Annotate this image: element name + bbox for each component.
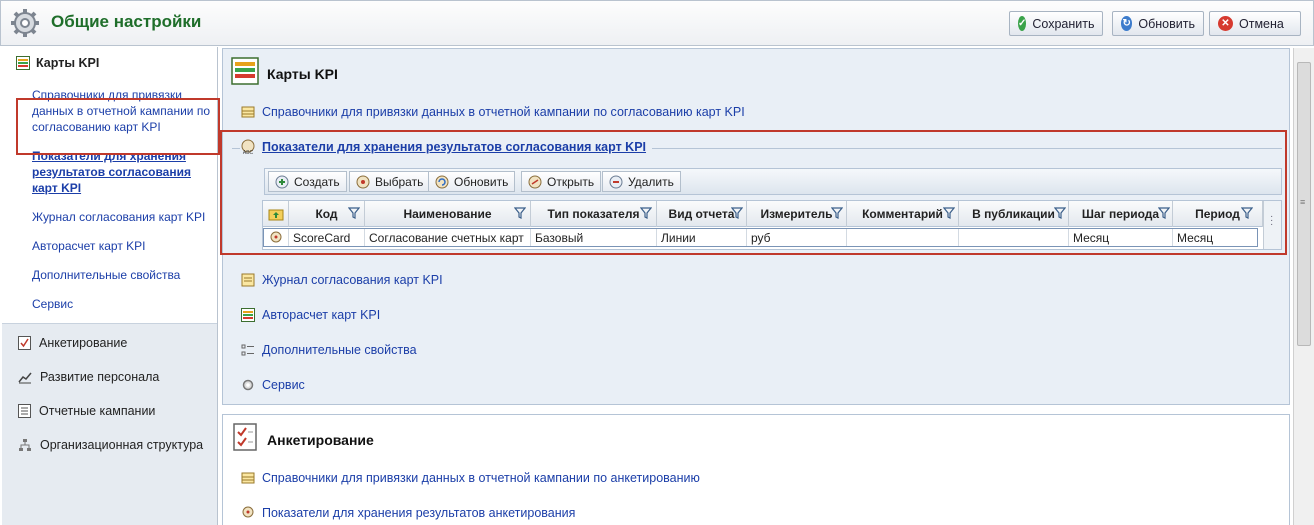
kpi-card-icon [241, 308, 255, 322]
link-service[interactable]: Сервис [241, 378, 305, 392]
panel-title: Анкетирование [267, 432, 374, 448]
link-dicts[interactable]: Справочники для привязки данных в отчетн… [241, 105, 745, 119]
indicator-abc-icon [242, 506, 254, 518]
database-icon [241, 106, 255, 118]
page-title: Общие настройки [51, 12, 202, 31]
panel-title: Карты KPI [267, 66, 338, 82]
scrollbar-thumb[interactable]: ≡ [1297, 62, 1311, 346]
link-survey-indicators[interactable]: Показатели для хранения результатов анке… [241, 506, 575, 520]
kpi-card-icon [231, 57, 259, 85]
journal-icon [241, 273, 255, 287]
highlight-frame-grid [220, 130, 1287, 255]
close-icon: ✕ [1218, 16, 1233, 31]
nav-item-indicators[interactable]: Показатели для хранения результатов согл… [32, 148, 212, 196]
page-scrollbar[interactable]: ≡ [1293, 48, 1314, 525]
highlight-frame-nav [16, 98, 220, 155]
link-journal[interactable]: Журнал согласования карт KPI [241, 273, 443, 287]
cancel-button[interactable]: ✕ Отмена [1209, 11, 1301, 36]
nav-section-development[interactable]: Развитие персонала [18, 370, 159, 384]
link-survey-dicts[interactable]: Справочники для привязки данных в отчетн… [241, 471, 700, 485]
link-autocalc[interactable]: Авторасчет карт KPI [241, 308, 380, 322]
growth-chart-icon [18, 372, 32, 384]
survey-icon [233, 423, 257, 451]
page-header: Общие настройки ✓ Сохранить ↻ Обновить ✕… [0, 0, 1314, 46]
document-list-icon [18, 404, 31, 418]
gear-icon [242, 379, 254, 391]
nav-item-service[interactable]: Сервис [32, 296, 212, 312]
refresh-button[interactable]: ↻ Обновить [1112, 11, 1204, 36]
nav-section-survey[interactable]: Анкетирование [18, 336, 127, 350]
database-icon [241, 472, 255, 484]
gear-icon [11, 9, 39, 37]
nav-item-journal[interactable]: Журнал согласования карт KPI [32, 209, 212, 225]
survey-icon [18, 336, 31, 350]
nav-item-props[interactable]: Дополнительные свойства [32, 267, 212, 283]
kpi-card-icon [16, 56, 30, 70]
nav-section-orgstructure[interactable]: Организационная структура [18, 438, 203, 452]
link-props[interactable]: Дополнительные свойства [241, 343, 417, 357]
nav-section-header[interactable]: Карты KPI [16, 56, 99, 70]
check-icon: ✓ [1018, 16, 1027, 31]
properties-icon [241, 344, 254, 356]
nav-item-autocalc[interactable]: Авторасчет карт KPI [32, 238, 212, 254]
org-structure-icon [19, 439, 31, 451]
nav-section-kpi: Карты KPI Справочники для привязки данны… [2, 47, 217, 324]
grip-icon: ≡ [1300, 197, 1306, 207]
panel-survey: Анкетирование Справочники для привязки д… [222, 414, 1290, 525]
nav-section-campaigns[interactable]: Отчетные кампании [18, 404, 155, 418]
refresh-icon: ↻ [1121, 16, 1133, 31]
save-button[interactable]: ✓ Сохранить [1009, 11, 1103, 36]
